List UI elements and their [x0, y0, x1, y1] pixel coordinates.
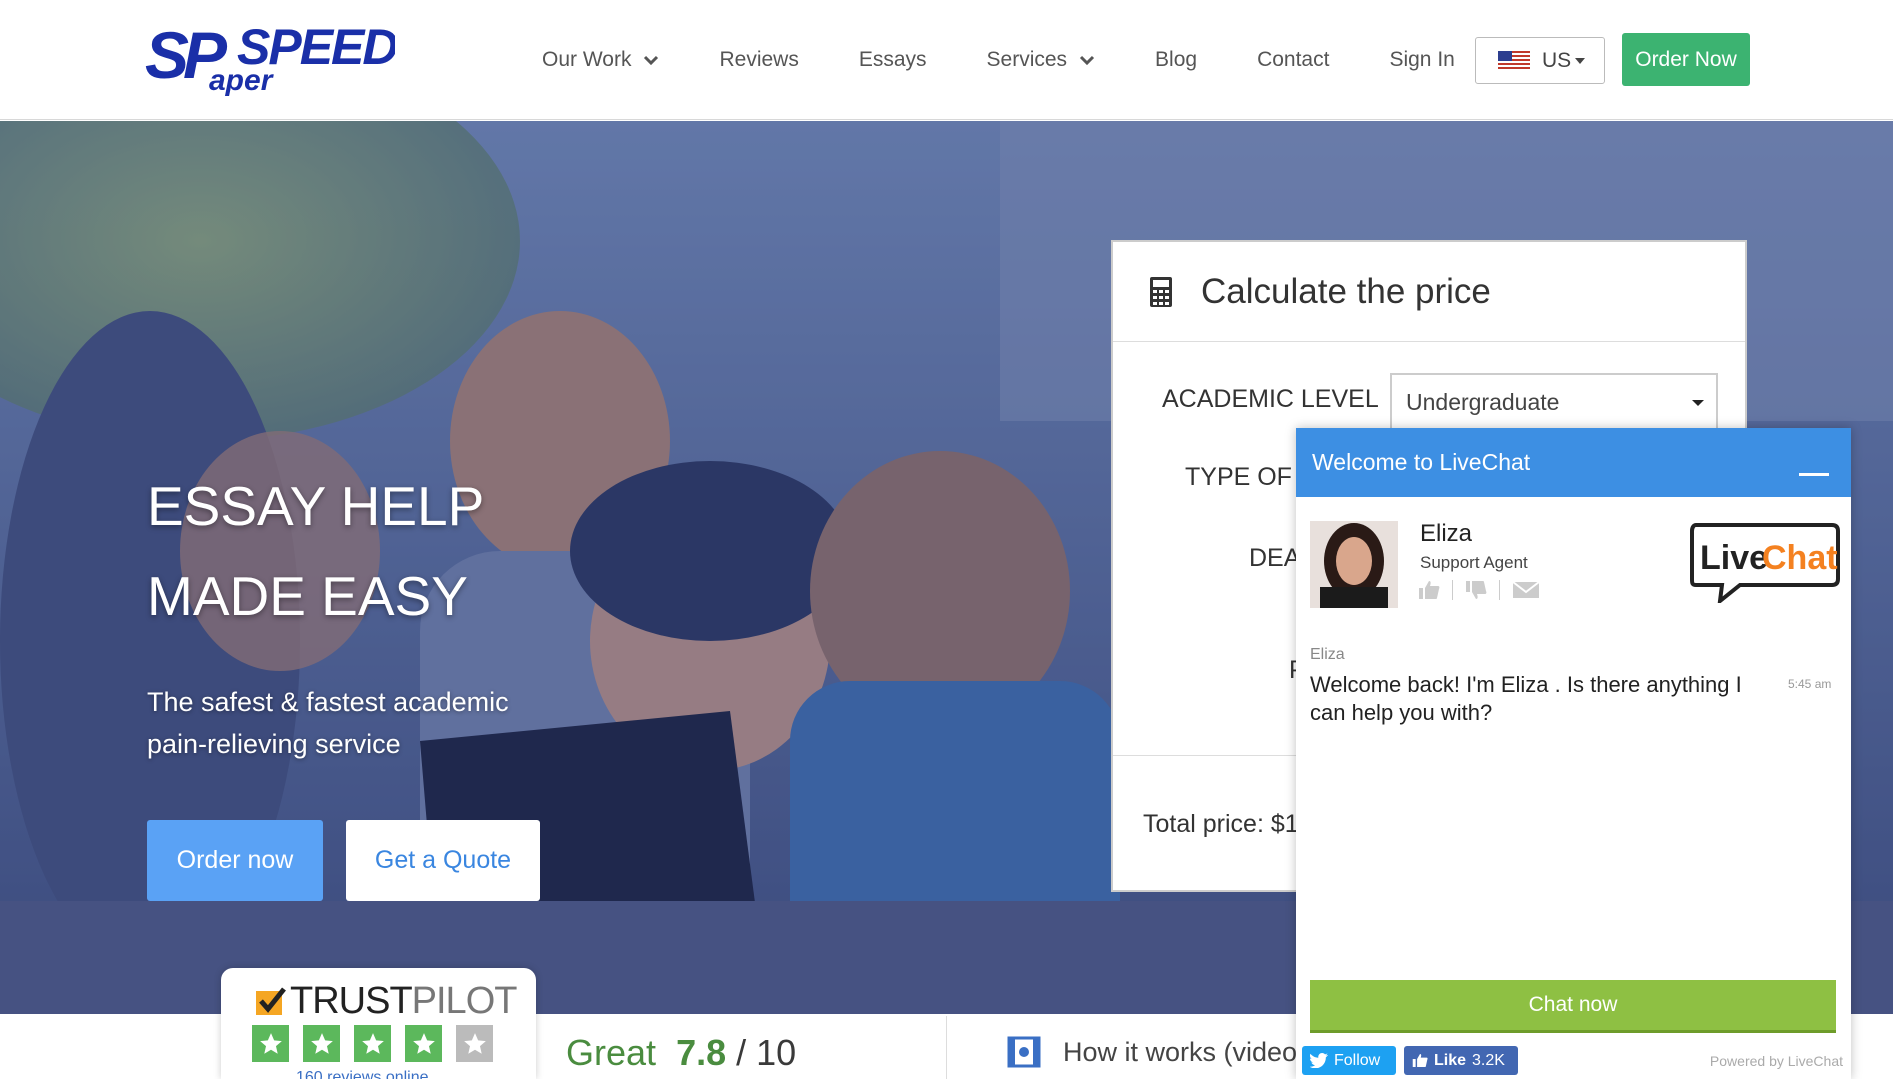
- calculator-header: Calculate the price: [1113, 242, 1745, 342]
- thumbs-up-icon: [1412, 1053, 1428, 1068]
- nav-label: Sign In: [1389, 48, 1455, 71]
- nav-reviews[interactable]: Reviews: [719, 48, 798, 72]
- nav-label: Essays: [858, 48, 927, 71]
- nav-sign-in[interactable]: Sign In: [1389, 48, 1454, 72]
- academic-level-label: ACADEMIC LEVEL: [1162, 385, 1379, 413]
- svg-text:aper: aper: [209, 64, 275, 97]
- star-icon: [303, 1025, 340, 1062]
- nav-label: Reviews: [719, 48, 799, 71]
- powered-by-link[interactable]: Powered by LiveChat: [1710, 1053, 1843, 1069]
- facebook-like-count: 3.2K: [1472, 1051, 1505, 1069]
- trustpilot-logo: TRUST PILOT: [256, 980, 518, 1023]
- calculator-icon: [1150, 276, 1172, 307]
- trustpilot-check-icon: [256, 986, 286, 1015]
- chevron-down-icon: [644, 55, 659, 66]
- speedypaper-logo[interactable]: SP SPEEDY aper: [145, 16, 437, 100]
- nav-services[interactable]: Services: [987, 48, 1096, 72]
- hero-title-line: MADE EASY: [147, 565, 468, 627]
- facebook-like-label: Like: [1434, 1051, 1467, 1069]
- livechat-title: Welcome to LiveChat: [1312, 449, 1531, 475]
- academic-level-select[interactable]: Undergraduate: [1390, 373, 1718, 431]
- how-it-works-label: How it works (video): [1063, 1036, 1307, 1067]
- livechat-window: Welcome to LiveChat Eliza Support Agent …: [1296, 428, 1851, 1079]
- trustpilot-brand-trust: TRUST: [290, 980, 413, 1022]
- facebook-like-button[interactable]: Like 3.2K: [1404, 1046, 1518, 1075]
- language-label: US: [1542, 48, 1572, 72]
- thumbs-down-icon[interactable]: [1465, 580, 1487, 600]
- trustpilot-reviews-link[interactable]: 160 reviews online: [296, 1069, 429, 1079]
- rating-word: Great: [566, 1032, 657, 1073]
- trustpilot-brand-pilot: PILOT: [411, 980, 518, 1022]
- svg-text:Chat: Chat: [1762, 539, 1838, 577]
- deadline-label: DEA: [1249, 544, 1301, 572]
- twitter-follow-button[interactable]: Follow: [1302, 1046, 1396, 1075]
- nav-label: Our Work: [542, 48, 632, 71]
- academic-level-value: Undergraduate: [1406, 388, 1560, 415]
- hero-subtitle: The safest & fastest academic pain-relie…: [147, 687, 509, 759]
- nav-label: Services: [986, 48, 1068, 71]
- social-buttons: Follow Like 3.2K: [1302, 1046, 1518, 1075]
- chevron-down-icon: [1079, 55, 1095, 66]
- site-header: SP SPEEDY aper Our Work Reviews Essays S…: [0, 0, 1893, 120]
- minimize-icon[interactable]: [1799, 473, 1829, 476]
- rating-out-of: / 10: [736, 1032, 797, 1073]
- order-now-button[interactable]: Order Now: [1622, 33, 1750, 86]
- message-text: Welcome back! I'm Eliza . Is there anyth…: [1310, 672, 1742, 725]
- language-selector[interactable]: US: [1475, 37, 1605, 84]
- calculator-title: Calculate the price: [1201, 271, 1491, 311]
- star-icon: [252, 1025, 289, 1062]
- get-quote-button[interactable]: Get a Quote: [346, 820, 540, 901]
- divider: [1452, 580, 1453, 600]
- star-icon: [354, 1025, 391, 1062]
- star-icon: [405, 1025, 442, 1062]
- chat-now-button[interactable]: Chat now: [1310, 980, 1836, 1033]
- nav-blog[interactable]: Blog: [1155, 48, 1197, 72]
- hero-title-line: ESSAY HELP: [147, 475, 485, 537]
- svg-text:Live: Live: [1700, 539, 1768, 577]
- nav-label: Contact: [1257, 48, 1330, 71]
- trustpilot-stars: [252, 1025, 507, 1062]
- rating-score: 7.8: [676, 1032, 727, 1073]
- agent-rating-actions: [1418, 580, 1540, 600]
- nav-our-work[interactable]: Our Work: [542, 48, 659, 72]
- twitter-follow-label: Follow: [1334, 1051, 1381, 1069]
- nav-essays[interactable]: Essays: [859, 48, 927, 72]
- message-author: Eliza: [1310, 646, 1345, 663]
- email-icon[interactable]: [1512, 580, 1540, 600]
- how-it-works-link[interactable]: How it works (video): [1007, 1036, 1306, 1068]
- livechat-logo: Live Chat: [1690, 521, 1840, 606]
- nav-contact[interactable]: Contact: [1257, 48, 1329, 72]
- us-flag-icon: [1498, 50, 1530, 71]
- video-icon: [1007, 1036, 1041, 1068]
- caret-down-icon: [1692, 400, 1704, 406]
- hero-order-button[interactable]: Order now: [147, 820, 323, 901]
- caret-down-icon: [1575, 57, 1586, 64]
- agent-role: Support Agent: [1420, 553, 1528, 572]
- total-price: Total price: $1: [1143, 810, 1299, 838]
- message-time: 5:45 am: [1788, 677, 1832, 691]
- divider: [1499, 580, 1500, 600]
- hero-title: ESSAY HELP MADE EASY: [147, 461, 647, 641]
- agent-name: Eliza: [1420, 520, 1473, 547]
- main-nav: Our Work Reviews Essays Services Blog Co…: [542, 0, 1515, 120]
- divider: [946, 1016, 947, 1079]
- nav-label: Blog: [1155, 48, 1198, 71]
- trustpilot-widget[interactable]: TRUST PILOT 160 reviews online: [221, 968, 536, 1079]
- thumbs-up-icon[interactable]: [1418, 580, 1440, 600]
- agent-avatar: [1310, 521, 1398, 608]
- livechat-header[interactable]: Welcome to LiveChat: [1296, 428, 1851, 497]
- twitter-icon: [1310, 1053, 1328, 1068]
- star-empty-icon: [456, 1025, 493, 1062]
- site-rating: Great 7.8 / 10: [566, 1032, 796, 1074]
